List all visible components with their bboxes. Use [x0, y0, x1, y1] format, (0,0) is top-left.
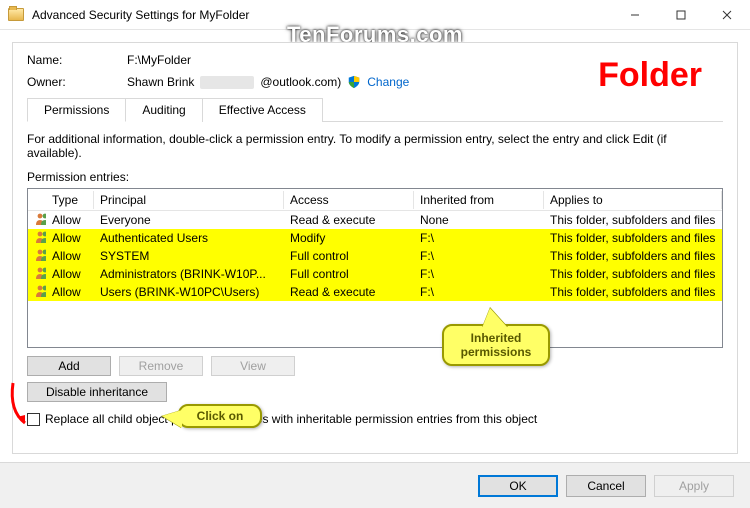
cell-principal: SYSTEM: [94, 248, 284, 264]
window-buttons: [612, 0, 750, 30]
view-button: View: [211, 356, 295, 376]
folder-annotation: Folder: [598, 56, 702, 95]
change-owner-link[interactable]: Change: [367, 75, 409, 89]
ok-button[interactable]: OK: [478, 475, 558, 497]
uac-shield-icon: [347, 75, 361, 89]
cell-principal: Administrators (BRINK-W10P...: [94, 266, 284, 282]
cell-inherited: F:\: [414, 284, 544, 300]
close-button[interactable]: [704, 0, 750, 30]
maximize-button[interactable]: [658, 0, 704, 30]
cell-principal: Everyone: [94, 212, 284, 228]
cell-type: Allow: [46, 230, 94, 246]
grid-button-row: Add Remove View: [27, 356, 723, 376]
cell-access: Full control: [284, 248, 414, 264]
col-inherited[interactable]: Inherited from: [414, 191, 544, 209]
cell-principal: Authenticated Users: [94, 230, 284, 246]
col-applies[interactable]: Applies to: [544, 191, 722, 209]
permission-grid[interactable]: Type Principal Access Inherited from App…: [27, 188, 723, 348]
callout-inherited-text: Inherited permissions: [452, 331, 540, 359]
dialog-footer: OK Cancel Apply: [0, 462, 750, 508]
apply-button: Apply: [654, 475, 734, 497]
titlebar: Advanced Security Settings for MyFolder: [0, 0, 750, 30]
name-value: F:\MyFolder: [127, 53, 191, 67]
principal-icon: [35, 230, 46, 244]
minimize-button[interactable]: [612, 0, 658, 30]
callout-click-on: Click on: [178, 404, 262, 428]
tab-strip: Permissions Auditing Effective Access: [27, 97, 723, 121]
cell-applies: This folder, subfolders and files: [544, 212, 722, 228]
red-arrow-annotation: [7, 381, 41, 431]
cell-principal: Users (BRINK-W10PC\Users): [94, 284, 284, 300]
cancel-button[interactable]: Cancel: [566, 475, 646, 497]
cell-access: Full control: [284, 266, 414, 282]
table-row[interactable]: AllowSYSTEMFull controlF:\This folder, s…: [28, 247, 722, 265]
table-row[interactable]: AllowEveryoneRead & executeNoneThis fold…: [28, 211, 722, 229]
content-panel: Name: F:\MyFolder Owner: Shawn Brink @ou…: [12, 42, 738, 454]
principal-icon: [35, 248, 46, 262]
redacted-block: [200, 76, 254, 89]
owner-name: Shawn Brink: [127, 75, 194, 89]
principal-icon: [35, 212, 46, 226]
col-type[interactable]: Type: [46, 191, 94, 209]
cell-applies: This folder, subfolders and files: [544, 266, 722, 282]
remove-button: Remove: [119, 356, 203, 376]
folder-icon: [8, 8, 24, 21]
cell-applies: This folder, subfolders and files: [544, 230, 722, 246]
cell-access: Read & execute: [284, 284, 414, 300]
grid-header: Type Principal Access Inherited from App…: [28, 189, 722, 211]
tab-effective-access[interactable]: Effective Access: [202, 98, 323, 122]
cell-inherited: F:\: [414, 230, 544, 246]
tab-permissions[interactable]: Permissions: [27, 98, 126, 122]
principal-icon: [35, 284, 46, 298]
callout-inherited-permissions: Inherited permissions: [442, 324, 550, 366]
cell-access: Modify: [284, 230, 414, 246]
table-row[interactable]: AllowAuthenticated UsersModifyF:\This fo…: [28, 229, 722, 247]
table-row[interactable]: AllowUsers (BRINK-W10PC\Users)Read & exe…: [28, 283, 722, 301]
permission-entries-label: Permission entries:: [27, 170, 723, 184]
cell-applies: This folder, subfolders and files: [544, 248, 722, 264]
col-principal[interactable]: Principal: [94, 191, 284, 209]
inheritance-row: Disable inheritance: [27, 382, 723, 402]
principal-icon: [35, 266, 46, 280]
replace-checkbox-row: Replace all child object permission entr…: [27, 412, 723, 426]
add-button[interactable]: Add: [27, 356, 111, 376]
cell-type: Allow: [46, 212, 94, 228]
cell-applies: This folder, subfolders and files: [544, 284, 722, 300]
owner-email-suffix: @outlook.com): [260, 75, 341, 89]
cell-type: Allow: [46, 248, 94, 264]
tab-auditing[interactable]: Auditing: [125, 98, 202, 122]
replace-checkbox-label: Replace all child object permission entr…: [45, 412, 537, 426]
cell-inherited: None: [414, 212, 544, 228]
col-access[interactable]: Access: [284, 191, 414, 209]
owner-value: Shawn Brink @outlook.com) Change: [127, 75, 409, 89]
cell-access: Read & execute: [284, 212, 414, 228]
cell-inherited: F:\: [414, 266, 544, 282]
table-row[interactable]: AllowAdministrators (BRINK-W10P...Full c…: [28, 265, 722, 283]
callout-click-on-text: Click on: [197, 409, 244, 423]
name-label: Name:: [27, 53, 127, 67]
cell-type: Allow: [46, 284, 94, 300]
cell-type: Allow: [46, 266, 94, 282]
cell-inherited: F:\: [414, 248, 544, 264]
disable-inheritance-button[interactable]: Disable inheritance: [27, 382, 167, 402]
owner-label: Owner:: [27, 75, 127, 89]
window-title: Advanced Security Settings for MyFolder: [32, 8, 249, 22]
info-text: For additional information, double-click…: [27, 132, 723, 160]
